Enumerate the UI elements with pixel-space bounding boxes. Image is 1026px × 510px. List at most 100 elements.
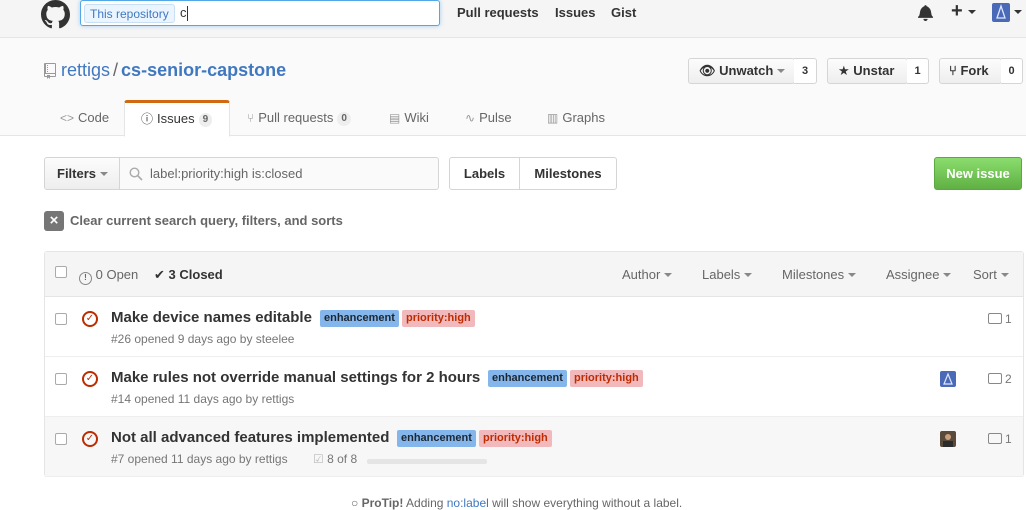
tab-issues-label: Issues bbox=[157, 111, 195, 126]
task-progress: ☑ 8 of 8 bbox=[313, 452, 357, 466]
comment-count[interactable]: 2 bbox=[988, 372, 1012, 386]
filters-button[interactable]: Filters bbox=[44, 157, 120, 190]
issue-closed-icon: ✓ bbox=[82, 311, 98, 327]
repo-title-separator: / bbox=[113, 60, 119, 80]
star-icon: ★ bbox=[838, 63, 850, 78]
chevron-down-icon bbox=[96, 166, 108, 181]
comment-icon bbox=[988, 313, 1002, 324]
tab-pull-requests-label: Pull requests bbox=[258, 110, 334, 125]
forks-count[interactable]: 0 bbox=[1001, 58, 1023, 84]
issue-title-link[interactable]: Make rules not override manual settings … bbox=[111, 369, 480, 386]
issue-checkbox[interactable] bbox=[55, 373, 67, 385]
comment-count[interactable]: 1 bbox=[988, 432, 1012, 446]
nav-issues[interactable]: Issues bbox=[555, 5, 595, 20]
task-progress-label: 8 of 8 bbox=[327, 452, 358, 466]
issue-closed-icon: ✓ bbox=[82, 371, 98, 387]
comment-count[interactable]: 1 bbox=[988, 312, 1012, 326]
label-priority-high[interactable]: priority:high bbox=[402, 310, 475, 327]
fork-icon: ⑂ bbox=[949, 63, 957, 78]
issue-row[interactable]: ✓ Make device names editable enhancement… bbox=[45, 297, 1023, 357]
top-header: This repository c Pull requests Issues G… bbox=[0, 0, 1026, 38]
open-issues-filter[interactable]: ! 0 Open bbox=[79, 267, 138, 285]
code-icon: <> bbox=[60, 111, 75, 125]
check-icon: ✔ bbox=[154, 267, 165, 282]
plus-icon[interactable]: + bbox=[951, 1, 963, 21]
assignee-avatar[interactable] bbox=[940, 371, 956, 387]
tab-code-label: Code bbox=[78, 110, 110, 125]
github-logo[interactable] bbox=[41, 0, 70, 29]
label-enhancement[interactable]: enhancement bbox=[397, 430, 476, 447]
open-issues-label: 0 Open bbox=[95, 267, 139, 282]
assignee-filter[interactable]: Assignee bbox=[886, 267, 951, 282]
issues-list-header: ! 0 Open ✔ 3 Closed Author Labels Milest… bbox=[45, 252, 1023, 297]
bell-icon[interactable] bbox=[918, 4, 933, 21]
tab-pulse-label: Pulse bbox=[479, 110, 512, 125]
comment-count-value: 1 bbox=[1005, 312, 1012, 326]
issue-checkbox[interactable] bbox=[55, 313, 67, 325]
protip-text: Adding bbox=[403, 496, 447, 510]
issue-title-link[interactable]: Make device names editable bbox=[111, 309, 312, 326]
author-filter[interactable]: Author bbox=[622, 267, 672, 282]
graph-icon: ▥ bbox=[547, 111, 559, 125]
pulse-icon: ∿ bbox=[465, 111, 476, 125]
unstar-button[interactable]: ★ Unstar bbox=[827, 58, 908, 84]
chevron-down-icon[interactable] bbox=[1014, 10, 1022, 14]
tab-wiki[interactable]: ▤ Wiki bbox=[389, 100, 429, 137]
issue-meta: #14 opened 11 days ago by rettigs bbox=[111, 392, 295, 406]
issue-opened-icon: ! bbox=[79, 272, 92, 285]
issue-meta: #26 opened 9 days ago by steelee bbox=[111, 332, 295, 346]
label-priority-high[interactable]: priority:high bbox=[479, 430, 552, 447]
protip-suffix: will show everything without a label. bbox=[488, 496, 683, 510]
unwatch-label: Unwatch bbox=[719, 63, 774, 78]
label-enhancement[interactable]: enhancement bbox=[320, 310, 399, 327]
chevron-down-icon[interactable] bbox=[968, 10, 976, 14]
protip-link[interactable]: no:label bbox=[447, 496, 489, 510]
stars-count[interactable]: 1 bbox=[907, 58, 929, 84]
avatar[interactable] bbox=[992, 3, 1010, 22]
labels-filter[interactable]: Labels bbox=[702, 267, 752, 282]
label-priority-high[interactable]: priority:high bbox=[570, 370, 643, 387]
tab-issues-count: 9 bbox=[198, 113, 213, 127]
tab-pull-requests[interactable]: ⑂ Pull requests 0 bbox=[247, 100, 351, 137]
tab-graphs[interactable]: ▥ Graphs bbox=[547, 100, 605, 137]
tab-pulse[interactable]: ∿ Pulse bbox=[465, 100, 512, 137]
repo-owner-link[interactable]: rettigs bbox=[61, 60, 110, 80]
new-issue-button[interactable]: New issue bbox=[934, 157, 1022, 190]
issue-checkbox[interactable] bbox=[55, 433, 67, 445]
issue-icon: ⓘ bbox=[141, 112, 154, 126]
closed-issues-label: 3 Closed bbox=[168, 267, 223, 282]
issue-row[interactable]: ✓ Make rules not override manual setting… bbox=[45, 357, 1023, 417]
tab-graphs-label: Graphs bbox=[562, 110, 605, 125]
nav-pull-requests[interactable]: Pull requests bbox=[457, 5, 539, 20]
labels-button[interactable]: Labels bbox=[449, 157, 520, 190]
closed-issues-filter[interactable]: ✔ 3 Closed bbox=[154, 267, 223, 283]
protip-prefix: ProTip! bbox=[361, 496, 404, 510]
search-input[interactable]: This repository c bbox=[80, 0, 440, 26]
issues-search-value: label:priority:high is:closed bbox=[150, 166, 303, 181]
assignee-avatar[interactable] bbox=[940, 431, 956, 447]
label-enhancement[interactable]: enhancement bbox=[488, 370, 567, 387]
milestones-button[interactable]: Milestones bbox=[519, 157, 617, 190]
task-progress-bar bbox=[367, 459, 487, 464]
select-all-checkbox[interactable] bbox=[55, 266, 67, 278]
repo-title: rettigs / cs-senior-capstone bbox=[61, 60, 286, 81]
clear-filters-link[interactable]: Clear current search query, filters, and… bbox=[70, 213, 343, 228]
milestones-filter[interactable]: Milestones bbox=[782, 267, 856, 282]
search-value: c bbox=[180, 5, 187, 20]
watchers-count[interactable]: 3 bbox=[794, 58, 817, 84]
issues-list: ! 0 Open ✔ 3 Closed Author Labels Milest… bbox=[44, 251, 1024, 477]
tab-code[interactable]: <> Code bbox=[60, 100, 109, 137]
close-icon[interactable]: × bbox=[44, 211, 64, 231]
filters-label: Filters bbox=[57, 166, 97, 181]
tab-issues[interactable]: ⓘ Issues 9 bbox=[124, 100, 230, 137]
comment-icon bbox=[988, 433, 1002, 444]
fork-button[interactable]: ⑂ Fork bbox=[939, 58, 1002, 84]
issue-title-link[interactable]: Not all advanced features implemented bbox=[111, 429, 389, 446]
issues-search-input[interactable]: label:priority:high is:closed bbox=[119, 157, 439, 190]
unwatch-button[interactable]: 👁 Unwatch bbox=[688, 58, 795, 84]
issue-row[interactable]: ✓ Not all advanced features implemented … bbox=[45, 417, 1023, 477]
tab-pull-requests-count: 0 bbox=[337, 112, 351, 126]
nav-gist[interactable]: Gist bbox=[611, 5, 636, 20]
sort-dropdown[interactable]: Sort bbox=[973, 267, 1009, 282]
repo-name-link[interactable]: cs-senior-capstone bbox=[121, 60, 286, 80]
